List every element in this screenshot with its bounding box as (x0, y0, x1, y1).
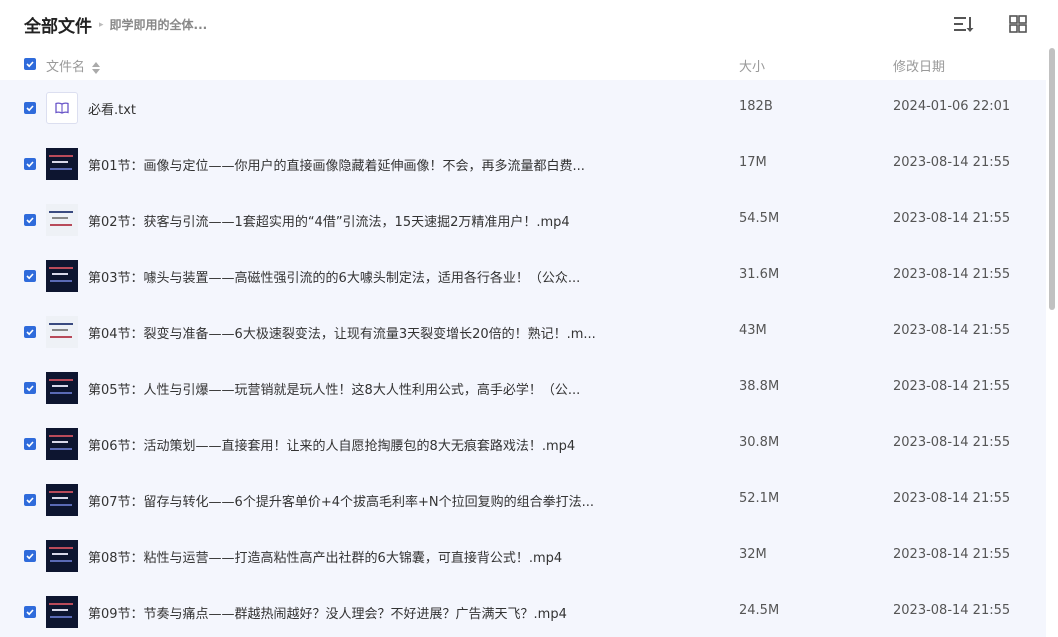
select-all-checkbox[interactable] (24, 58, 36, 70)
file-name[interactable]: 第06节：活动策划——直接套用！让来的人自愿抢掏腰包的8大无痕套路戏法！.mp4 (88, 435, 575, 454)
text-file-icon[interactable] (46, 92, 78, 124)
file-row[interactable]: 第04节：裂变与准备——6大极速裂变法，让现有流量3天裂变增长20倍的！熟记！.… (0, 304, 1046, 360)
file-row[interactable]: 第07节：留存与转化——6个提升客单价+4个拔高毛利率+N个拉回复购的组合拳打法… (0, 472, 1046, 528)
column-date-header[interactable]: 修改日期 (893, 56, 945, 75)
file-size: 43M (739, 323, 767, 338)
breadcrumb-separator-icon: ▸ (99, 19, 104, 30)
video-thumbnail[interactable] (46, 428, 78, 460)
file-date: 2023-08-14 21:55 (893, 155, 1011, 170)
video-thumbnail[interactable] (46, 204, 78, 236)
file-checkbox[interactable] (24, 326, 36, 338)
file-list: 必看.txt 182B 2024-01-06 22:01 第01节：画像与定位——你用… (0, 80, 1046, 637)
sort-lines-icon[interactable] (951, 12, 975, 36)
video-thumbnail[interactable] (46, 484, 78, 516)
file-size: 31.6M (739, 267, 780, 282)
sort-toggle-icon[interactable] (92, 59, 100, 78)
list-header: 文件名 大小 修改日期 (0, 50, 1046, 80)
file-date: 2023-08-14 21:55 (893, 435, 1011, 450)
video-thumbnail[interactable] (46, 148, 78, 180)
file-checkbox[interactable] (24, 102, 36, 114)
file-date: 2023-08-14 21:55 (893, 267, 1011, 282)
file-date: 2024-01-06 22:01 (893, 99, 1011, 114)
file-row[interactable]: 第08节：粘性与运营——打造高粘性高产出社群的6大锦囊，可直接背公式！.mp4 3… (0, 528, 1046, 584)
file-row[interactable]: 第09节：节奏与痛点——群越热闹越好？没人理会？不好进展？广告满天飞？.mp4 2… (0, 584, 1046, 637)
file-name[interactable]: 第01节：画像与定位——你用户的直接画像隐藏着延伸画像！不会，再多流量都白费..… (88, 155, 585, 174)
file-name[interactable]: 第04节：裂变与准备——6大极速裂变法，让现有流量3天裂变增长20倍的！熟记！.… (88, 323, 596, 342)
breadcrumb: 全部文件 ▸ 即学即用的全体... (24, 12, 207, 37)
file-row[interactable]: 第06节：活动策划——直接套用！让来的人自愿抢掏腰包的8大无痕套路戏法！.mp4… (0, 416, 1046, 472)
breadcrumb-root[interactable]: 全部文件 (24, 12, 92, 37)
column-size-header[interactable]: 大小 (739, 56, 765, 75)
file-checkbox[interactable] (24, 382, 36, 394)
file-date: 2023-08-14 21:55 (893, 379, 1011, 394)
file-date: 2023-08-14 21:55 (893, 491, 1011, 506)
file-size: 38.8M (739, 379, 780, 394)
file-row[interactable]: 必看.txt 182B 2024-01-06 22:01 (0, 80, 1046, 136)
grid-view-icon[interactable] (1006, 12, 1030, 36)
file-size: 32M (739, 547, 767, 562)
scrollbar[interactable] (1046, 44, 1058, 637)
file-row[interactable]: 第03节：噱头与装置——高磁性强引流的的6大噱头制定法，适用各行各业！（公众..… (0, 248, 1046, 304)
file-checkbox[interactable] (24, 270, 36, 282)
file-name[interactable]: 第05节：人性与引爆——玩营销就是玩人性！这8大人性利用公式，高手必学！（公..… (88, 379, 580, 398)
column-name-header[interactable]: 文件名 (46, 56, 85, 75)
file-checkbox[interactable] (24, 438, 36, 450)
file-name[interactable]: 第07节：留存与转化——6个提升客单价+4个拔高毛利率+N个拉回复购的组合拳打法… (88, 491, 594, 510)
video-thumbnail[interactable] (46, 316, 78, 348)
file-checkbox[interactable] (24, 494, 36, 506)
file-size: 30.8M (739, 435, 780, 450)
file-row[interactable]: 第02节：获客与引流——1套超实用的“4借”引流法，15天速掘2万精准用户！.m… (0, 192, 1046, 248)
file-name[interactable]: 必看.txt (88, 99, 136, 118)
file-name[interactable]: 第02节：获客与引流——1套超实用的“4借”引流法，15天速掘2万精准用户！.m… (88, 211, 570, 230)
file-checkbox[interactable] (24, 606, 36, 618)
video-thumbnail[interactable] (46, 596, 78, 628)
file-size: 54.5M (739, 211, 780, 226)
file-date: 2023-08-14 21:55 (893, 323, 1011, 338)
file-checkbox[interactable] (24, 158, 36, 170)
scrollbar-thumb[interactable] (1049, 48, 1055, 310)
file-name[interactable]: 第09节：节奏与痛点——群越热闹越好？没人理会？不好进展？广告满天飞？.mp4 (88, 603, 567, 622)
video-thumbnail[interactable] (46, 540, 78, 572)
file-date: 2023-08-14 21:55 (893, 603, 1011, 618)
video-thumbnail[interactable] (46, 260, 78, 292)
file-checkbox[interactable] (24, 550, 36, 562)
file-size: 52.1M (739, 491, 780, 506)
file-size: 24.5M (739, 603, 780, 618)
file-row[interactable]: 第01节：画像与定位——你用户的直接画像隐藏着延伸画像！不会，再多流量都白费..… (0, 136, 1046, 192)
video-thumbnail[interactable] (46, 372, 78, 404)
breadcrumb-current: 即学即用的全体... (109, 18, 208, 32)
top-bar: 全部文件 ▸ 即学即用的全体... (0, 0, 1058, 50)
file-name[interactable]: 第03节：噱头与装置——高磁性强引流的的6大噱头制定法，适用各行各业！（公众..… (88, 267, 580, 286)
file-name[interactable]: 第08节：粘性与运营——打造高粘性高产出社群的6大锦囊，可直接背公式！.mp4 (88, 547, 562, 566)
file-checkbox[interactable] (24, 214, 36, 226)
file-row[interactable]: 第05节：人性与引爆——玩营销就是玩人性！这8大人性利用公式，高手必学！（公..… (0, 360, 1046, 416)
file-size: 17M (739, 155, 767, 170)
file-date: 2023-08-14 21:55 (893, 211, 1011, 226)
file-date: 2023-08-14 21:55 (893, 547, 1011, 562)
file-size: 182B (739, 99, 773, 114)
